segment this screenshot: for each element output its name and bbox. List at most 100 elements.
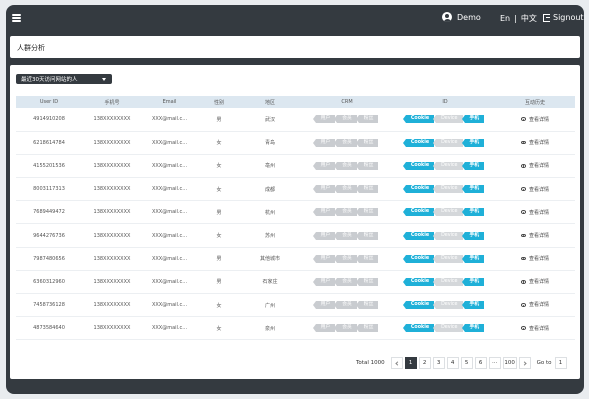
column-header-gender[interactable]: 性别 bbox=[197, 96, 241, 108]
cell-region: 青岛 bbox=[264, 140, 275, 147]
id-tag-phone: 手机 bbox=[461, 231, 485, 240]
view-details-link[interactable]: 查看详情 bbox=[520, 255, 549, 262]
cell-id-tags: Cookie Device 手机 bbox=[395, 131, 495, 154]
id-tag-phone: 手机 bbox=[461, 324, 485, 333]
cell-email: XXX@mail.c... bbox=[151, 186, 188, 193]
audience-table: User ID 手机号 Email 性别 地区 CRM ID 互动历史 4914… bbox=[16, 96, 575, 340]
page-button[interactable]: 1 bbox=[404, 357, 417, 369]
crm-tag-fan: 粉丝 bbox=[355, 324, 379, 333]
cell-email: XXX@mail.c... bbox=[151, 278, 188, 285]
cell-user-id: 7458736128 bbox=[33, 302, 65, 309]
cell-region: 亳州 bbox=[264, 163, 275, 170]
crm-tag-member: 会员 bbox=[334, 161, 357, 170]
id-tag-phone: 手机 bbox=[461, 208, 485, 217]
view-details-link[interactable]: 查看详情 bbox=[520, 278, 549, 285]
cell-id-tags: Cookie Device 手机 bbox=[395, 178, 495, 201]
signout-label: Signout bbox=[553, 13, 584, 22]
page-button[interactable]: 4 bbox=[446, 357, 459, 369]
cell-crm-tags: 用户 会员 粉丝 bbox=[299, 224, 395, 247]
cell-crm-tags: 用户 会员 粉丝 bbox=[299, 317, 395, 340]
signout-icon bbox=[543, 13, 550, 22]
page-title: 人群分析 bbox=[17, 44, 45, 52]
id-tag-device: Device bbox=[433, 231, 463, 240]
crm-tag-fan: 粉丝 bbox=[355, 254, 379, 263]
view-details-link[interactable]: 查看详情 bbox=[520, 301, 549, 308]
page-button[interactable]: 2 bbox=[418, 357, 431, 369]
prev-page-button[interactable] bbox=[390, 357, 403, 369]
cell-history: 查看详情 bbox=[495, 131, 575, 154]
pagination: Total 1000 1 2 3 4 5 6 ··· 100 Go to 1 bbox=[356, 357, 567, 369]
page-button[interactable]: 6 bbox=[474, 357, 487, 369]
cell-gender: 男 bbox=[216, 116, 222, 123]
view-details-link[interactable]: 查看详情 bbox=[520, 325, 549, 332]
page-button[interactable]: 3 bbox=[432, 357, 445, 369]
cell-phone: 138XXXXXXXX bbox=[93, 209, 131, 216]
view-details-link[interactable]: 查看详情 bbox=[520, 162, 549, 169]
table-row: 4873584640 138XXXXXXXX XXX@mail.c... 女 泉州 用户会… bbox=[16, 317, 575, 340]
view-details-link[interactable]: 查看详情 bbox=[520, 232, 549, 239]
cell-gender: 女 bbox=[216, 325, 222, 332]
crm-tag-member: 会员 bbox=[334, 138, 357, 147]
crm-tag-member: 会员 bbox=[334, 254, 357, 263]
pagination-total: Total 1000 bbox=[356, 360, 385, 366]
table-row: 4914910208 138XXXXXXXX XXX@mail.c... 男 武汉 用户会… bbox=[16, 108, 575, 132]
cell-crm-tags: 用户 会员 粉丝 bbox=[299, 131, 395, 154]
next-page-button[interactable] bbox=[518, 357, 531, 369]
cell-phone: 138XXXXXXXX bbox=[93, 278, 131, 285]
crm-tag-user: 用户 bbox=[312, 231, 336, 240]
lang-zh-link[interactable]: 中文 bbox=[521, 14, 537, 23]
eye-icon bbox=[520, 140, 526, 145]
table-row: 6218614784 138XXXXXXXX XXX@mail.c... 女 青岛 用户会… bbox=[16, 131, 575, 155]
cell-phone: 138XXXXXXXX bbox=[93, 116, 131, 123]
eye-icon bbox=[520, 233, 526, 238]
eye-icon bbox=[520, 164, 526, 168]
page-ellipsis[interactable]: ··· bbox=[488, 357, 501, 369]
user-menu[interactable]: Demo bbox=[442, 12, 481, 22]
crm-tag-user: 用户 bbox=[312, 208, 336, 217]
lang-en-link[interactable]: En bbox=[500, 14, 510, 23]
cell-user-id: 4155201536 bbox=[33, 162, 65, 169]
view-details-link[interactable]: 查看详情 bbox=[520, 186, 549, 193]
menu-icon[interactable] bbox=[12, 14, 21, 22]
cell-id-tags: Cookie Device 手机 bbox=[395, 294, 495, 317]
page-button[interactable]: 5 bbox=[460, 357, 473, 369]
audience-filter-dropdown[interactable]: 最近30天访问网站的人 bbox=[16, 74, 112, 84]
crm-tag-fan: 粉丝 bbox=[355, 185, 379, 194]
cell-id-tags: Cookie Device 手机 bbox=[395, 247, 495, 270]
id-tag-phone: 手机 bbox=[461, 301, 485, 310]
goto-page-input[interactable]: 1 bbox=[554, 357, 567, 369]
crm-tag-user: 用户 bbox=[312, 301, 336, 310]
page-button-last[interactable]: 100 bbox=[502, 357, 517, 369]
view-details-link[interactable]: 查看详情 bbox=[520, 116, 549, 123]
column-header-history[interactable]: 互动历史 bbox=[495, 96, 575, 108]
crm-tag-fan: 粉丝 bbox=[355, 277, 379, 286]
column-header-phone[interactable]: 手机号 bbox=[82, 96, 142, 108]
column-header-region[interactable]: 地区 bbox=[241, 96, 299, 108]
cell-history: 查看详情 bbox=[495, 224, 575, 247]
column-header-user-id[interactable]: User ID bbox=[16, 96, 82, 108]
eye-icon bbox=[520, 326, 526, 330]
signout-button[interactable]: Signout bbox=[543, 13, 584, 22]
view-details-link[interactable]: 查看详情 bbox=[520, 209, 549, 216]
top-bar: Demo En | 中文 Signout bbox=[6, 5, 584, 31]
column-header-crm[interactable]: CRM bbox=[299, 96, 395, 108]
cell-id-tags: Cookie Device 手机 bbox=[395, 270, 495, 293]
id-tag-device: Device bbox=[433, 185, 463, 194]
cell-gender: 女 bbox=[216, 186, 222, 193]
table-header-row: User ID 手机号 Email 性别 地区 CRM ID 互动历史 bbox=[16, 96, 575, 108]
cell-gender: 女 bbox=[216, 302, 222, 309]
view-details-label: 查看详情 bbox=[528, 116, 549, 123]
cell-email: XXX@mail.c... bbox=[151, 232, 188, 239]
table-row: 6360312960 138XXXXXXXX XXX@mail.c... 男 石家庄 用户… bbox=[16, 270, 575, 294]
column-header-email[interactable]: Email bbox=[142, 96, 197, 108]
crm-tag-fan: 粉丝 bbox=[355, 208, 379, 217]
column-header-id[interactable]: ID bbox=[395, 96, 495, 108]
cell-phone: 138XXXXXXXX bbox=[93, 325, 131, 332]
cell-id-tags: Cookie Device 手机 bbox=[395, 108, 495, 131]
view-details-label: 查看详情 bbox=[528, 186, 549, 193]
table-row: 8003117313 138XXXXXXXX XXX@mail.c... 女 成都 用户会… bbox=[16, 178, 575, 201]
chevron-left-icon bbox=[394, 360, 400, 366]
view-details-link[interactable]: 查看详情 bbox=[520, 139, 549, 146]
crm-tag-fan: 粉丝 bbox=[355, 301, 379, 310]
eye-icon bbox=[520, 303, 526, 307]
